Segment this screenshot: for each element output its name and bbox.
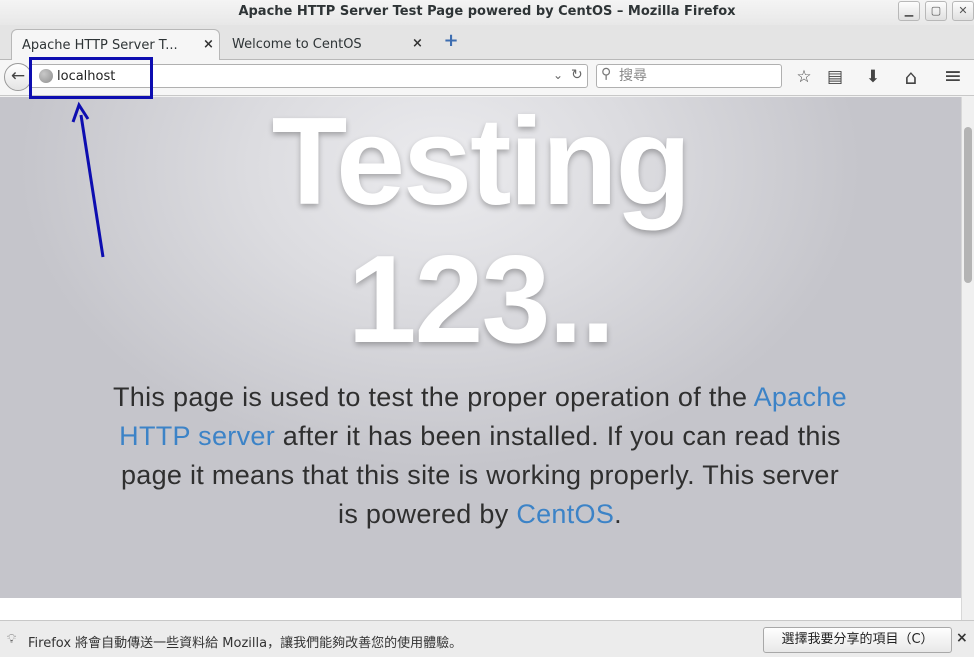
page-lower-area: [0, 598, 961, 620]
intro-paragraph: This page is used to test the proper ope…: [110, 378, 850, 534]
tab-label: Welcome to CentOS: [232, 37, 362, 52]
close-window-button[interactable]: ✕: [952, 1, 974, 21]
hero-heading-line1: Testing: [271, 97, 692, 231]
tab-label: Apache HTTP Server T...: [22, 38, 178, 53]
reload-icon[interactable]: ↻: [571, 67, 583, 83]
tab-welcome-centos[interactable]: Welcome to CentOS ×: [222, 29, 432, 60]
search-bar[interactable]: ⚲: [596, 64, 782, 88]
minimize-button[interactable]: ▁: [898, 1, 920, 21]
choose-what-to-share-button[interactable]: 選擇我要分享的項目（C）: [763, 627, 952, 653]
hero-heading-line2: 123..: [347, 231, 616, 369]
bookmark-star-icon[interactable]: ☆: [792, 66, 816, 88]
download-icon[interactable]: ⬇: [861, 66, 885, 88]
vertical-scrollbar[interactable]: [961, 97, 974, 620]
back-button[interactable]: ←: [4, 63, 32, 91]
new-tab-button[interactable]: +: [442, 31, 460, 51]
home-icon[interactable]: ⌂: [899, 66, 923, 88]
centos-link[interactable]: CentOS: [516, 499, 614, 529]
close-icon[interactable]: ×: [956, 630, 968, 646]
maximize-button[interactable]: ▢: [925, 1, 947, 21]
menu-icon[interactable]: ≡: [941, 66, 965, 88]
search-icon: ⚲: [601, 66, 612, 82]
tab-close-icon[interactable]: ×: [203, 37, 214, 52]
reading-list-icon[interactable]: ▤: [823, 66, 847, 88]
intro-text: This page is used to test the proper ope…: [113, 382, 754, 412]
page-content: Testing 123.. This page is used to test …: [0, 97, 961, 598]
data-sharing-notification: 💡︎ Firefox 將會自動傳送一些資料給 Mozilla，讓我們能夠改善您的…: [0, 620, 974, 657]
search-input[interactable]: [619, 66, 777, 86]
firefox-window: Apache HTTP Server Test Page powered by …: [0, 0, 974, 657]
window-title: Apache HTTP Server Test Page powered by …: [238, 4, 736, 19]
tab-strip: Apache HTTP Server T... × Welcome to Cen…: [0, 25, 974, 60]
tab-close-icon[interactable]: ×: [412, 36, 423, 51]
tab-apache-test-page[interactable]: Apache HTTP Server T... ×: [11, 29, 220, 60]
annotation-highlight-box: [29, 57, 153, 99]
notification-text: Firefox 將會自動傳送一些資料給 Mozilla，讓我們能夠改善您的使用體…: [28, 636, 463, 651]
lightbulb-icon: 💡︎: [7, 632, 17, 647]
intro-text: .: [614, 499, 622, 529]
scrollbar-thumb[interactable]: [964, 127, 972, 283]
chevron-down-icon[interactable]: ⌄: [553, 68, 563, 82]
title-bar: Apache HTTP Server Test Page powered by …: [0, 0, 974, 25]
